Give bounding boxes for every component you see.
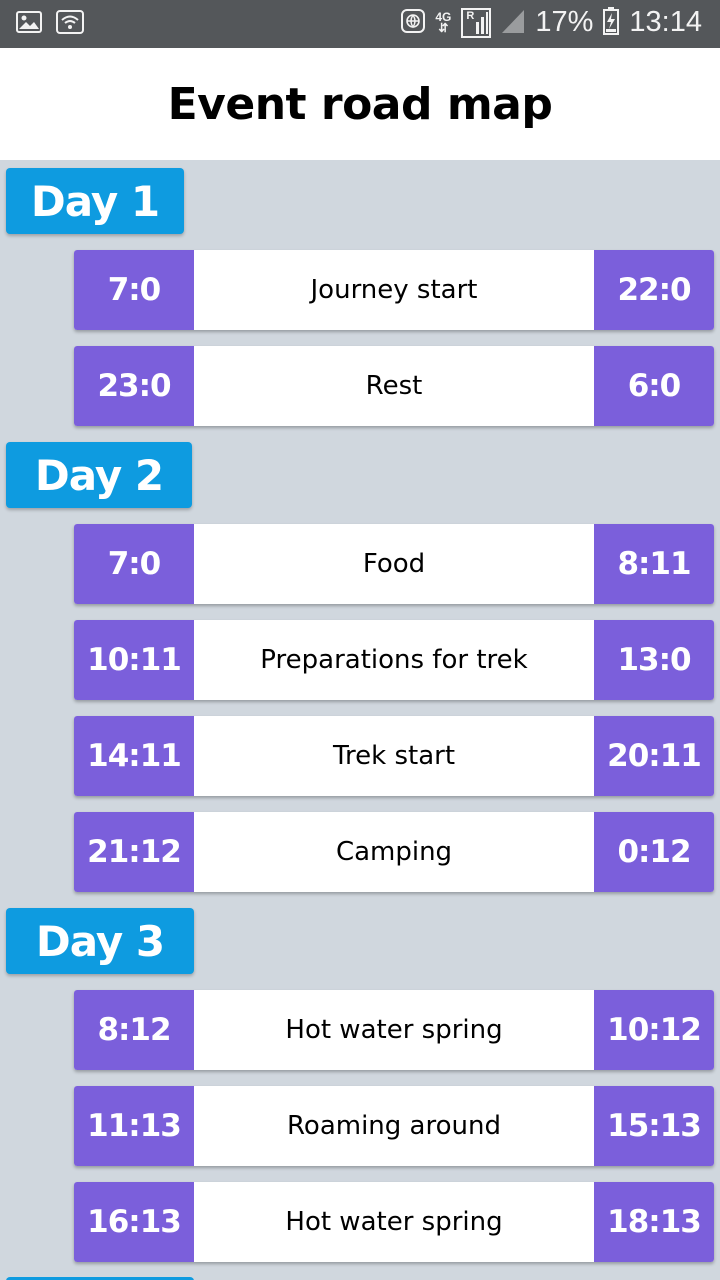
app-header: Event road map — [0, 48, 720, 160]
day-header: Day 2 — [6, 442, 192, 508]
event-row[interactable]: 11:13 Roaming around 15:13 — [74, 1086, 714, 1166]
event-row[interactable]: 21:12 Camping 0:12 — [74, 812, 714, 892]
start-time: 21:12 — [74, 812, 194, 892]
start-time: 23:0 — [74, 346, 194, 426]
start-time: 7:0 — [74, 524, 194, 604]
status-bar: 4G ⇵ R 17% 13:14 — [0, 0, 720, 48]
start-time: 7:0 — [74, 250, 194, 330]
event-row[interactable]: 14:11 Trek start 20:11 — [74, 716, 714, 796]
end-time: 22:0 — [594, 250, 714, 330]
event-name: Preparations for trek — [260, 645, 528, 675]
event-name: Journey start — [310, 275, 478, 305]
start-time: 11:13 — [74, 1086, 194, 1166]
event-name: Hot water spring — [285, 1015, 503, 1045]
page-title: Event road map — [167, 78, 553, 130]
wifi-icon — [56, 10, 84, 38]
event-row[interactable]: 16:13 Hot water spring 18:13 — [74, 1182, 714, 1262]
day-header: Day 3 — [6, 908, 194, 974]
end-time: 8:11 — [594, 524, 714, 604]
sim-label: R — [466, 9, 475, 22]
event-name: Trek start — [332, 741, 456, 771]
battery-charging-icon — [603, 6, 620, 39]
event-row[interactable]: 7:0 Food 8:11 — [74, 524, 714, 604]
start-time: 8:12 — [74, 990, 194, 1070]
end-time: 6:0 — [594, 346, 714, 426]
event-name: Rest — [365, 371, 423, 401]
start-time: 16:13 — [74, 1182, 194, 1262]
start-time: 10:11 — [74, 620, 194, 700]
clock: 13:14 — [629, 6, 702, 38]
event-name: Hot water spring — [285, 1207, 503, 1237]
day-header: Day 1 — [6, 168, 184, 234]
start-time: 14:11 — [74, 716, 194, 796]
vpn-globe-icon — [401, 8, 426, 37]
event-row[interactable]: 23:0 Rest 6:0 — [74, 346, 714, 426]
event-row[interactable]: 8:12 Hot water spring 10:12 — [74, 990, 714, 1070]
event-name: Camping — [335, 837, 453, 867]
event-name: Roaming around — [287, 1111, 501, 1141]
signal-icon: R — [461, 7, 492, 38]
battery-level: 17% — [535, 6, 594, 38]
image-icon — [16, 11, 42, 37]
event-row[interactable]: 7:0 Journey start 22:0 — [74, 250, 714, 330]
event-row[interactable]: 10:11 Preparations for trek 13:0 — [74, 620, 714, 700]
road-map-list[interactable]: Day 1 7:0 Journey start 22:0 23:0 Rest 6… — [0, 160, 720, 1280]
signal-empty-icon — [501, 8, 525, 38]
end-time: 18:13 — [594, 1182, 714, 1262]
end-time: 15:13 — [594, 1086, 714, 1166]
end-time: 0:12 — [594, 812, 714, 892]
event-name: Food — [362, 549, 426, 579]
end-time: 13:0 — [594, 620, 714, 700]
network-type: 4G ⇵ — [435, 9, 452, 35]
end-time: 20:11 — [594, 716, 714, 796]
end-time: 10:12 — [594, 990, 714, 1070]
